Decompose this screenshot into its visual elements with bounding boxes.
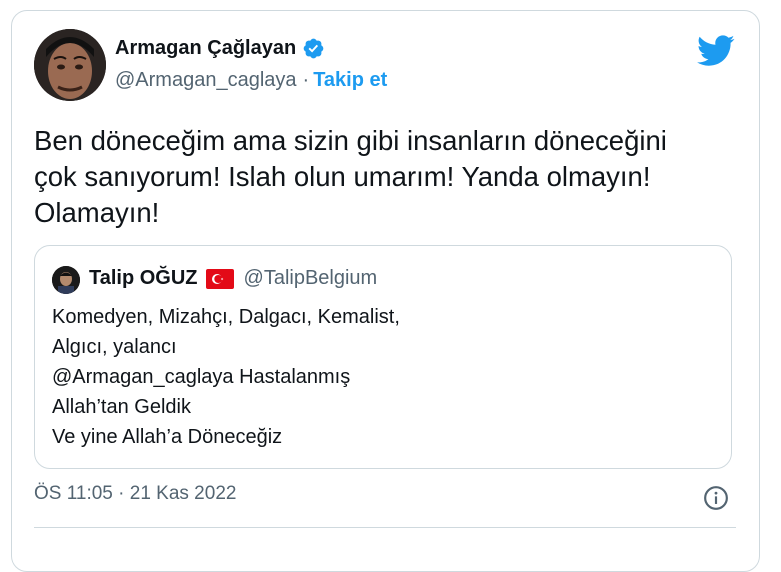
quoted-line: @Armagan_caglaya Hastalanmış — [52, 366, 351, 388]
author-handle[interactable]: @Armagan_caglaya — [115, 69, 297, 92]
tweet-card[interactable]: Armagan Çağlayan @Armagan_caglaya · Taki… — [11, 10, 760, 572]
quoted-line: Komedyen, Mizahçı, Dalgacı, Kemalist, — [52, 306, 400, 328]
author-name[interactable]: Armagan Çağlayan — [115, 37, 296, 60]
quoted-text: Komedyen, Mizahçı, Dalgacı, Kemalist, Al… — [52, 302, 400, 452]
quoted-header: Talip OĞUZ @TalipBelgium — [89, 267, 377, 290]
author-avatar[interactable] — [34, 29, 106, 101]
info-icon[interactable] — [703, 485, 729, 511]
verified-badge-icon — [303, 38, 324, 59]
quoted-avatar-image — [52, 266, 80, 294]
divider — [34, 527, 736, 528]
tweet-line: Ben döneceğim ama sizin gibi insanların … — [34, 125, 667, 156]
quoted-author-handle: @TalipBelgium — [243, 267, 378, 289]
author-avatar-image — [34, 29, 106, 101]
author-name-row: Armagan Çağlayan — [115, 37, 325, 60]
separator-dot: · — [302, 69, 310, 91]
quoted-line: Ve yine Allah’a Döneceğiz — [52, 426, 283, 448]
quoted-tweet[interactable]: Talip OĞUZ @TalipBelgium Komedyen, Mizah… — [34, 245, 732, 469]
quoted-line: Allah’tan Geldik — [52, 396, 191, 418]
tweet-line: çok sanıyorum! Islah olun umarım! Yanda … — [34, 161, 651, 192]
quoted-author-avatar — [52, 266, 80, 294]
tweet-line: Olamayın! — [34, 197, 160, 228]
quoted-author-name: Talip OĞUZ — [89, 267, 198, 289]
author-handle-row: @Armagan_caglaya · Takip et — [115, 69, 387, 92]
tweet-text: Ben döneceğim ama sizin gibi insanların … — [34, 123, 744, 231]
follow-button[interactable]: Takip et — [313, 69, 387, 92]
turkey-flag-icon — [205, 268, 234, 289]
quoted-line: Algıcı, yalancı — [52, 336, 177, 358]
tweet-timestamp[interactable]: ÖS 11:05 · 21 Kas 2022 — [34, 483, 236, 505]
twitter-bird-icon[interactable] — [697, 35, 735, 67]
